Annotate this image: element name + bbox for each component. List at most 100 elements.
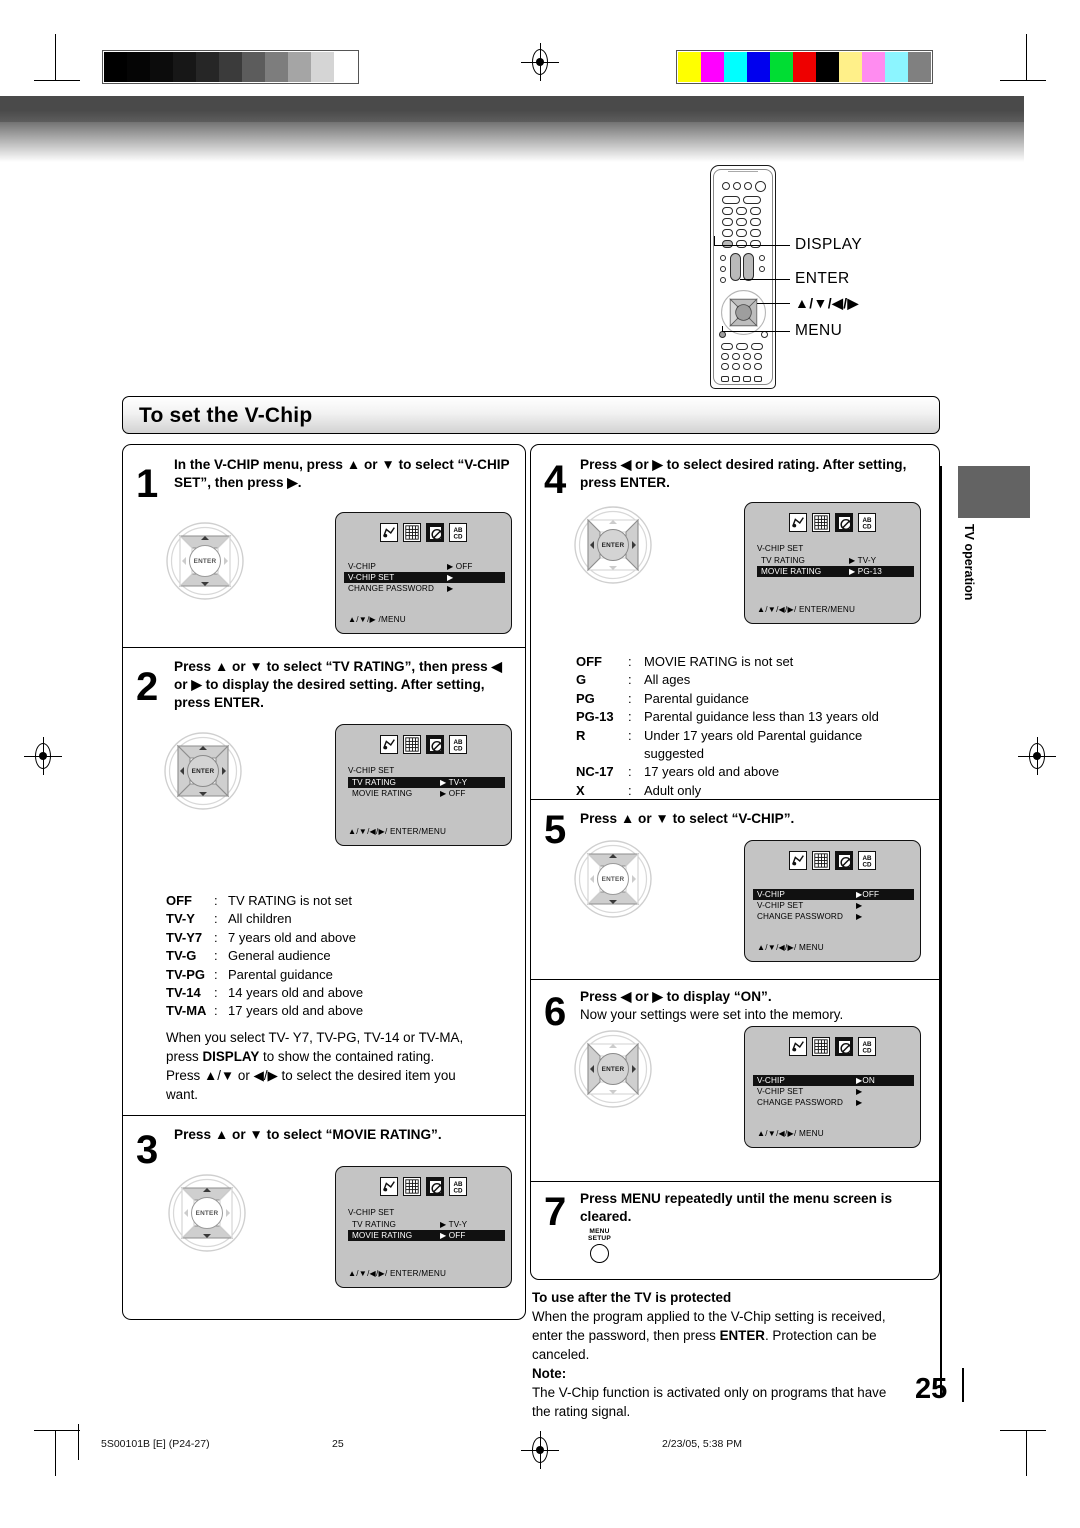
svg-text:CD: CD <box>863 861 872 868</box>
osd-row: CHANGE PASSWORD ▶ <box>753 911 914 922</box>
step-2-keypad: ENTER <box>164 732 242 810</box>
osd-footer: ▲/▼/▶ /MENU <box>348 615 406 624</box>
osd-row: CHANGE PASSWORD ▶ <box>753 1097 914 1108</box>
bar-swatch-5 <box>793 52 816 82</box>
rating-row: TV-MA:17 years old and above <box>166 1002 506 1020</box>
osd-row-value: ▶OFF <box>856 890 880 899</box>
rating-description: TV RATING is not set <box>228 893 353 908</box>
step-1-osd: AB CD V-CHIP ▶ OFF V-CHIP SET ▶ CHANGE PASS… <box>335 512 512 634</box>
osd-row-key: TV RATING <box>352 1220 396 1229</box>
rating-row: TV-14:14 years old and above <box>166 984 506 1002</box>
video-icon <box>380 523 398 542</box>
rating-code: NC-17 <box>576 764 614 780</box>
rating-colon: : <box>628 727 632 743</box>
page-number-rule <box>962 1368 964 1402</box>
v-chip-icon-selected <box>835 1037 853 1056</box>
v-chip-icon-selected <box>835 513 853 532</box>
rating-description: 17 years old and above <box>228 1003 364 1019</box>
osd-row-value: ▶ <box>856 1098 863 1107</box>
note-line2: the rating signal. <box>532 1404 631 1419</box>
osd-row: TV RATING ▶ TV-Y <box>348 777 505 788</box>
step-7-number: 7 <box>544 1190 567 1234</box>
osd-icon-row: AB CD <box>789 1037 876 1056</box>
top-gray-band <box>0 96 1024 122</box>
note-l2c: to show the contained rating. <box>259 1049 435 1064</box>
tv-rating-note-line4: want. <box>166 1087 199 1102</box>
step-5-enter-key: ENTER <box>597 863 629 895</box>
rating-row: NC-17:17 years old and above <box>576 763 936 781</box>
menu-button-on-remote <box>719 331 726 338</box>
step-2-osd: AB CD V-CHIP SET TV RATING ▶ TV-Y MOVIE RA… <box>335 724 512 846</box>
step-4-enter-key: ENTER <box>597 529 629 561</box>
rating-description: suggested <box>644 745 704 761</box>
crop-mark-right-bottom <box>1026 1430 1027 1476</box>
osd-row: MOVIE RATING ▶ PG-13 <box>757 566 914 577</box>
step-1-enter-key: ENTER <box>189 545 221 577</box>
v-chip-icon-selected <box>835 851 853 870</box>
remote-dpad <box>720 289 767 336</box>
osd-row-key: MOVIE RATING <box>352 1231 413 1240</box>
step-6-enter-key: ENTER <box>597 1053 629 1085</box>
menu-button-circle <box>589 1244 609 1263</box>
rating-description: 7 years old and above <box>228 929 356 945</box>
osd-row-value: ▶ <box>447 584 454 593</box>
registration-target-left <box>24 737 62 775</box>
rating-description: General audience <box>228 948 331 964</box>
grid-icon <box>403 523 421 542</box>
rating-description: All children <box>228 911 292 927</box>
osd-row: TV RATING ▶ TV-Y <box>757 555 914 566</box>
step-5-number: 5 <box>544 808 567 852</box>
osd-row: V-CHIP ▶OFF <box>753 889 914 900</box>
menu-button-label-2: SETUP <box>588 1235 611 1242</box>
rating-colon: : <box>628 764 632 780</box>
page-number: 25 <box>915 1373 948 1405</box>
rating-colon: : <box>214 929 218 945</box>
rating-description: Under 17 years old Parental guidance <box>644 727 863 743</box>
grid-icon <box>403 1177 421 1196</box>
osd-row-key: CHANGE PASSWORD <box>757 1098 843 1107</box>
rating-colon: : <box>214 1003 218 1019</box>
osd-icon-row: AB CD <box>380 523 467 542</box>
page-edge-rule <box>940 466 942 1396</box>
rating-colon: : <box>214 966 218 982</box>
rating-row: OFF: TV RATING is not set <box>166 892 506 910</box>
step-5-osd: AB CD V-CHIP ▶OFF V-CHIP SET ▶ CHANGE PASSW… <box>744 840 921 962</box>
footer-rule <box>78 1424 79 1460</box>
osd-row: V-CHIP SET ▶ <box>344 572 505 583</box>
video-icon <box>380 735 398 754</box>
step-6-text-normal: Now your settings were set into the memo… <box>580 1007 844 1022</box>
osd-row: V-CHIP SET ▶ <box>753 1086 914 1097</box>
video-icon <box>380 1177 398 1196</box>
osd-row-key: CHANGE PASSWORD <box>757 912 843 921</box>
bar-swatch-6 <box>242 52 265 82</box>
step-1-text: In the V-CHIP menu, press ▲ or ▼ to sele… <box>174 457 510 491</box>
rating-row: PG-13: Parental guidance less than 13 yea… <box>576 708 936 726</box>
step-6-number: 6 <box>544 990 567 1034</box>
rating-colon: : <box>214 911 218 927</box>
bar-swatch-7 <box>265 52 288 82</box>
rating-description: 14 years old and above <box>228 984 364 1000</box>
step-1-keypad: ENTER <box>166 522 244 600</box>
bar-swatch-8 <box>862 52 885 82</box>
rating-row: suggested <box>576 745 936 763</box>
side-tab-block <box>958 466 1030 518</box>
osd-row-key: V-CHIP <box>757 1076 785 1085</box>
rating-code: G <box>576 672 587 688</box>
rating-description: MOVIE RATING is not set <box>644 654 794 669</box>
print-footer-timestamp: 2/23/05, 5:38 PM <box>662 1438 742 1450</box>
rating-code: TV-G <box>166 948 197 964</box>
bar-swatch-4 <box>196 52 219 82</box>
rating-row: TV-G: General audience <box>166 947 506 965</box>
step-3-text: Press ▲ or ▼ to select “MOVIE RATING”. <box>174 1127 442 1142</box>
display-button-on-remote <box>722 240 761 248</box>
video-icon <box>789 513 807 532</box>
caption-icon: AB CD <box>858 1037 876 1056</box>
rating-colon: : <box>628 709 632 725</box>
rating-colon: : <box>214 948 218 964</box>
callout-arrow-keys: ▲/▼/◀/▶ <box>795 295 859 311</box>
menu-button-label-1: MENU <box>589 1228 610 1235</box>
bar-swatch-3 <box>747 52 770 82</box>
tv-rating-note-line2: press DISPLAY to show the contained rati… <box>166 1047 516 1066</box>
crop-mark-left-bottom-h <box>34 1430 80 1431</box>
rating-row: G: All ages <box>576 671 936 689</box>
